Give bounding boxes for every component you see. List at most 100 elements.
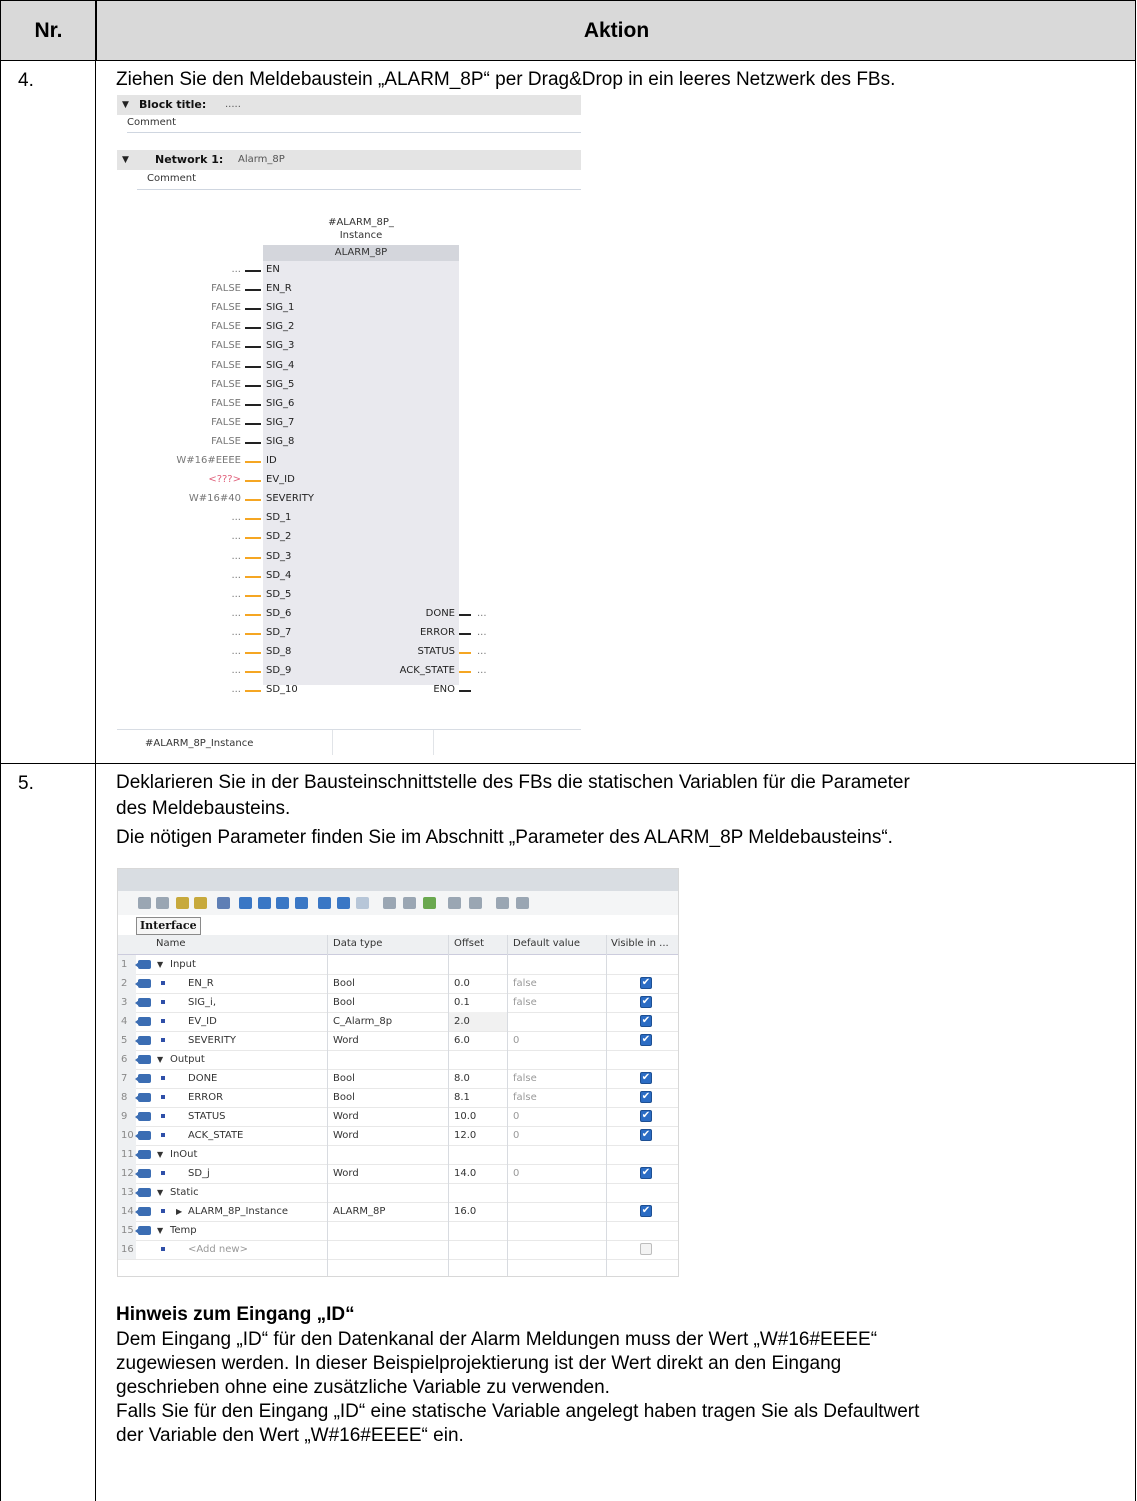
output-value-error[interactable]: ... bbox=[477, 627, 487, 638]
col-visible[interactable]: Visible in ... bbox=[611, 938, 669, 949]
expand-toggle-icon[interactable]: ▼ bbox=[157, 1055, 163, 1064]
row-name[interactable]: ALARM_8P_Instance bbox=[188, 1206, 288, 1217]
row-name[interactable]: DONE bbox=[188, 1073, 217, 1084]
input-value-sig-3[interactable]: FALSE bbox=[141, 340, 241, 351]
input-value-sd-6[interactable]: ... bbox=[141, 608, 241, 619]
reset-icon[interactable] bbox=[403, 897, 416, 909]
collapse-icon[interactable]: ▼ bbox=[122, 100, 129, 110]
input-value-sd-5[interactable]: ... bbox=[141, 589, 241, 600]
expand-toggle-icon[interactable]: ▼ bbox=[157, 1150, 163, 1159]
input-value-sig-8[interactable]: FALSE bbox=[141, 436, 241, 447]
list-view-icon[interactable] bbox=[258, 897, 271, 909]
row-name[interactable]: SIG_i, bbox=[188, 997, 216, 1008]
col-offset[interactable]: Offset bbox=[454, 938, 484, 949]
table-row[interactable]: 12 SD_j Word 14.0 0 ✔ bbox=[118, 1164, 678, 1184]
refresh-icon[interactable] bbox=[383, 897, 396, 909]
table-row[interactable]: 6 ▼ Output bbox=[118, 1050, 678, 1070]
input-value-en[interactable]: ... bbox=[141, 264, 241, 275]
table-row[interactable]: 5 SEVERITY Word 6.0 0 ✔ bbox=[118, 1031, 678, 1051]
network-title-bar[interactable]: ▼ Network 1: Alarm_8P bbox=[117, 150, 581, 170]
expand-toggle-icon[interactable]: ▶ bbox=[176, 1207, 182, 1216]
table-row[interactable]: 7 DONE Bool 8.0 false ✔ bbox=[118, 1069, 678, 1089]
settings-icon[interactable] bbox=[217, 897, 230, 909]
collapse-icon[interactable] bbox=[194, 897, 207, 909]
glasses-icon[interactable] bbox=[516, 897, 529, 909]
visible-checkbox[interactable]: ✔ bbox=[640, 996, 652, 1008]
table-row[interactable]: 13 ▼ Static bbox=[118, 1183, 678, 1203]
interface-tab[interactable]: Interface bbox=[136, 917, 201, 935]
input-value-sd-8[interactable]: ... bbox=[141, 646, 241, 657]
table-row[interactable]: 1 ▼ Input bbox=[118, 955, 678, 975]
add-row-icon[interactable] bbox=[156, 897, 169, 909]
table-row[interactable]: 4 EV_ID C_Alarm_8p 2.0 ✔ bbox=[118, 1012, 678, 1032]
row-name[interactable]: SD_j bbox=[188, 1168, 210, 1179]
row-data-type[interactable]: ALARM_8P bbox=[333, 1206, 385, 1217]
monitor-icon[interactable] bbox=[295, 897, 308, 909]
output-value-done[interactable]: ... bbox=[477, 608, 487, 619]
block-title-bar[interactable]: ▼ Block title: ..... bbox=[117, 95, 581, 115]
network-comment[interactable]: Comment bbox=[147, 173, 196, 184]
input-value-sd-9[interactable]: ... bbox=[141, 665, 241, 676]
input-value-sd-10[interactable]: ... bbox=[141, 684, 241, 695]
row-name[interactable]: STATUS bbox=[188, 1111, 226, 1122]
visible-checkbox[interactable]: ✔ bbox=[640, 1205, 652, 1217]
insert-row-icon[interactable] bbox=[138, 897, 151, 909]
row-data-type[interactable]: Word bbox=[333, 1035, 359, 1046]
output-value-status[interactable]: ... bbox=[477, 646, 487, 657]
visible-checkbox[interactable]: ✔ bbox=[640, 1034, 652, 1046]
row-data-type[interactable]: C_Alarm_8p bbox=[333, 1016, 392, 1027]
expand-toggle-icon[interactable]: ▼ bbox=[157, 1188, 163, 1197]
input-value-severity[interactable]: W#16#40 bbox=[141, 493, 241, 504]
table-row[interactable]: 3 SIG_i, Bool 0.1 false ✔ bbox=[118, 993, 678, 1013]
row-name[interactable]: <Add new> bbox=[188, 1244, 248, 1255]
input-value-sig-4[interactable]: FALSE bbox=[141, 360, 241, 371]
input-value-en-r[interactable]: FALSE bbox=[141, 283, 241, 294]
input-value-sig-1[interactable]: FALSE bbox=[141, 302, 241, 313]
comment-icon[interactable] bbox=[276, 897, 289, 909]
row-default-value[interactable]: 0 bbox=[513, 1168, 519, 1179]
expand-toggle-icon[interactable]: ▼ bbox=[157, 1226, 163, 1235]
row-data-type[interactable]: Word bbox=[333, 1130, 359, 1141]
block-comment[interactable]: Comment bbox=[127, 117, 176, 128]
visible-checkbox[interactable]: ✔ bbox=[640, 1015, 652, 1027]
col-name[interactable]: Name bbox=[156, 938, 186, 949]
row-name[interactable]: EV_ID bbox=[188, 1016, 217, 1027]
visible-checkbox[interactable]: ✔ bbox=[640, 1243, 652, 1255]
row-data-type[interactable]: Bool bbox=[333, 997, 355, 1008]
row-name[interactable]: Output bbox=[170, 1054, 205, 1065]
table-view-icon[interactable] bbox=[239, 897, 252, 909]
row-default-value[interactable]: 0 bbox=[513, 1035, 519, 1046]
row-name[interactable]: Static bbox=[170, 1187, 199, 1198]
grid-icon[interactable] bbox=[337, 897, 350, 909]
table-row[interactable]: 10 ACK_STATE Word 12.0 0 ✔ bbox=[118, 1126, 678, 1146]
visible-checkbox[interactable]: ✔ bbox=[640, 1129, 652, 1141]
indent-icon[interactable] bbox=[448, 897, 461, 909]
input-value-sd-3[interactable]: ... bbox=[141, 551, 241, 562]
input-value-sig-5[interactable]: FALSE bbox=[141, 379, 241, 390]
visible-checkbox[interactable]: ✔ bbox=[640, 1110, 652, 1122]
expand-toggle-icon[interactable]: ▼ bbox=[157, 960, 163, 969]
row-name[interactable]: Input bbox=[170, 959, 196, 970]
input-value-sig-7[interactable]: FALSE bbox=[141, 417, 241, 428]
instance-name[interactable]: #ALARM_8P_ Instance bbox=[296, 216, 426, 242]
expand-icon[interactable] bbox=[176, 897, 189, 909]
collapse-icon[interactable]: ▼ bbox=[122, 155, 129, 165]
visible-checkbox[interactable]: ✔ bbox=[640, 1091, 652, 1103]
table-row[interactable]: 16 <Add new> ✔ bbox=[118, 1240, 678, 1260]
input-value-sd-4[interactable]: ... bbox=[141, 570, 241, 581]
network-icon[interactable] bbox=[496, 897, 509, 909]
table-row[interactable]: 15 ▼ Temp bbox=[118, 1221, 678, 1241]
row-name[interactable]: Temp bbox=[170, 1225, 197, 1236]
row-default-value[interactable]: false bbox=[513, 1092, 537, 1103]
visible-checkbox[interactable]: ✔ bbox=[640, 977, 652, 989]
download-icon[interactable] bbox=[423, 897, 436, 909]
row-data-type[interactable]: Word bbox=[333, 1168, 359, 1179]
row-data-type[interactable]: Bool bbox=[333, 1092, 355, 1103]
row-default-value[interactable]: false bbox=[513, 1073, 537, 1084]
input-value-sig-6[interactable]: FALSE bbox=[141, 398, 241, 409]
row-default-value[interactable]: 0 bbox=[513, 1111, 519, 1122]
input-value-ev-id[interactable]: <???> bbox=[141, 474, 241, 485]
row-name[interactable]: ACK_STATE bbox=[188, 1130, 243, 1141]
input-value-id[interactable]: W#16#EEEE bbox=[141, 455, 241, 466]
row-name[interactable]: SEVERITY bbox=[188, 1035, 236, 1046]
